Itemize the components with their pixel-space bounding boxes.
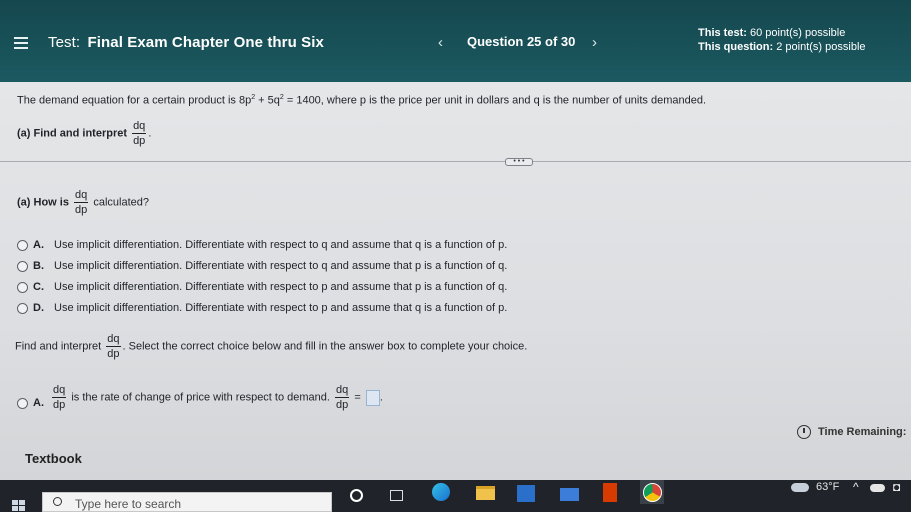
option-b-text[interactable]: Use implicit differentiation. Differenti… [54, 260, 507, 272]
how-calculated-prompt: (a) How is dq dp calculated? [17, 189, 149, 216]
answer-input-box[interactable] [365, 389, 380, 406]
store-icon[interactable] [515, 483, 537, 503]
textbook-link[interactable]: Textbook [25, 451, 82, 466]
option-d-radio[interactable] [17, 303, 28, 314]
test-header: Test: Final Exam Chapter One thru Six ‹ … [0, 0, 911, 82]
mail-icon[interactable] [558, 485, 580, 503]
onedrive-cloud-icon[interactable] [870, 484, 885, 492]
question-content: The demand equation for a certain produc… [0, 82, 911, 480]
test-points: This test: 60 point(s) possible [698, 27, 846, 39]
clock-icon [797, 425, 811, 439]
option-b-radio[interactable] [17, 261, 28, 272]
interpret-prompt: Find and interpret dq dp . Select the co… [15, 333, 528, 360]
windows-taskbar: Type here to search 63°F ^ ◘ [0, 480, 911, 512]
dq-dp-fraction: dq dp [74, 189, 89, 216]
test-title-name: Final Exam Chapter One thru Six [87, 34, 324, 51]
search-icon [53, 497, 62, 506]
file-explorer-icon[interactable] [474, 484, 496, 502]
choice-a-text: dq dp is the rate of change of price wit… [52, 384, 383, 411]
search-placeholder: Type here to search [75, 497, 182, 511]
weather-temperature[interactable]: 63°F [816, 481, 839, 493]
time-remaining-label[interactable]: Time Remaining: [818, 426, 906, 438]
part-a-prompt: (a) Find and interpret dq dp . [17, 120, 152, 147]
problem-statement: The demand equation for a certain produc… [17, 94, 707, 107]
choice-a-letter: A. [33, 397, 44, 409]
section-divider [0, 161, 911, 162]
test-title-prefix: Test: [48, 34, 81, 51]
option-d-text[interactable]: Use implicit differentiation. Differenti… [54, 302, 507, 314]
office-icon[interactable] [600, 482, 620, 502]
dq-dp-fraction: dq dp [132, 120, 147, 147]
question-points: This question: 2 point(s) possible [698, 41, 866, 53]
expand-more-button[interactable]: • • • [505, 158, 533, 166]
weather-cloud-icon [791, 483, 809, 492]
option-a-radio[interactable] [17, 240, 28, 251]
next-question-chevron-icon[interactable]: › [592, 34, 597, 51]
points-summary: This test: 60 point(s) possible This que… [698, 26, 866, 54]
hamburger-menu-icon[interactable] [14, 37, 28, 49]
taskbar-search-input[interactable]: Type here to search [42, 492, 332, 512]
tray-chevron-icon[interactable]: ^ [853, 480, 859, 494]
option-b-letter: B. [33, 260, 44, 272]
chrome-browser-icon[interactable] [640, 480, 664, 504]
choice-a-radio[interactable] [17, 398, 28, 409]
test-title: Test: Final Exam Chapter One thru Six [48, 34, 324, 51]
option-a-text[interactable]: Use implicit differentiation. Differenti… [54, 239, 507, 251]
option-c-letter: C. [33, 281, 44, 293]
option-c-radio[interactable] [17, 282, 28, 293]
dq-dp-fraction: dq dp [106, 333, 121, 360]
dq-dp-fraction: dq dp [52, 384, 67, 411]
dq-dp-fraction: dq dp [335, 384, 350, 411]
windows-start-icon[interactable] [12, 500, 26, 512]
task-view-icon[interactable] [386, 486, 406, 504]
edge-browser-icon[interactable] [430, 482, 452, 502]
cortana-icon[interactable] [348, 486, 364, 504]
question-counter[interactable]: Question 25 of 30 [467, 34, 575, 49]
tray-status-icon[interactable]: ◘ [893, 480, 900, 494]
option-c-text[interactable]: Use implicit differentiation. Differenti… [54, 281, 507, 293]
option-d-letter: D. [33, 302, 44, 314]
option-a-letter: A. [33, 239, 44, 251]
previous-question-chevron-icon[interactable]: ‹ [438, 34, 443, 51]
